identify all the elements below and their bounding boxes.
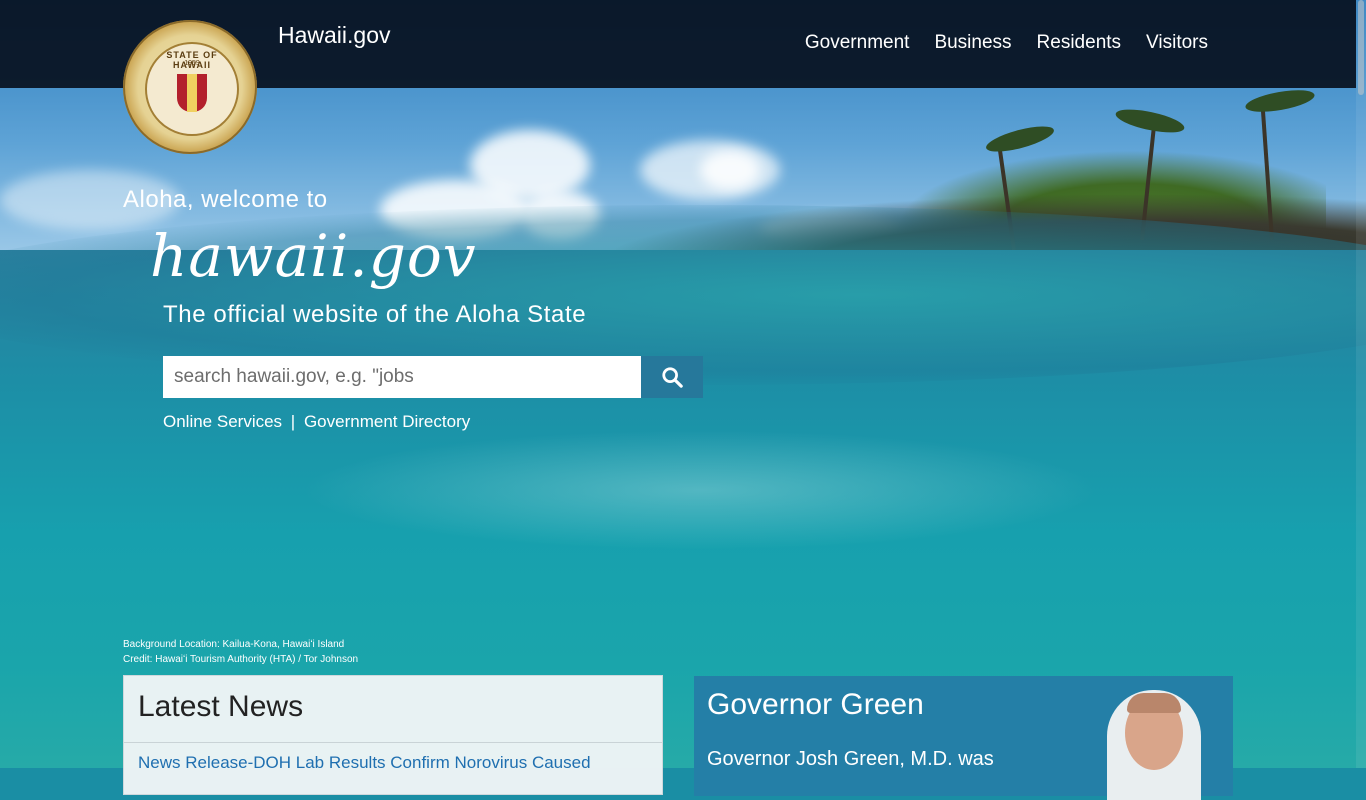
welcome-text: Aloha, welcome to: [123, 186, 328, 213]
state-seal-logo[interactable]: STATE OF HAWAII 1959: [123, 20, 257, 154]
latest-news-title: Latest News: [138, 690, 304, 723]
cloud: [700, 150, 760, 190]
portrait-hair: [1127, 693, 1181, 713]
site-name[interactable]: Hawaii.gov: [278, 22, 391, 49]
government-directory-link[interactable]: Government Directory: [304, 412, 470, 431]
photo-credit: Background Location: Kailua-Kona, Hawaiʻ…: [123, 637, 358, 667]
search-bar: [163, 356, 703, 398]
script-logo: hawaii.gov: [150, 222, 477, 290]
quick-links: Online Services | Government Directory: [163, 412, 470, 432]
search-icon: [662, 367, 683, 388]
search-button[interactable]: [641, 356, 703, 398]
nav-visitors[interactable]: Visitors: [1146, 32, 1208, 54]
nav-business[interactable]: Business: [934, 32, 1011, 54]
nav-residents[interactable]: Residents: [1037, 32, 1122, 54]
governor-card: Governor Green Governor Josh Green, M.D.…: [694, 676, 1233, 800]
news-item-link[interactable]: News Release-DOH Lab Results Confirm Nor…: [138, 753, 591, 773]
seal-year: 1959: [184, 60, 200, 67]
water-shimmer: [300, 430, 1100, 550]
scrollbar-thumb[interactable]: [1358, 0, 1364, 95]
tagline: The official website of the Aloha State: [163, 301, 587, 328]
seal-shield-icon: [177, 74, 207, 112]
link-separator: |: [290, 412, 296, 431]
credit-author: Credit: Hawaiʻi Tourism Authority (HTA) …: [123, 654, 359, 665]
main-nav: Government Business Residents Visitors: [805, 32, 1208, 54]
credit-location: Background Location: Kailua-Kona, Hawaiʻ…: [123, 639, 345, 650]
page-scrollbar[interactable]: [1356, 0, 1366, 768]
seal-emblem: STATE OF HAWAII 1959: [145, 42, 239, 136]
search-input[interactable]: [163, 356, 641, 398]
online-services-link[interactable]: Online Services: [163, 412, 282, 431]
divider: [124, 742, 662, 743]
latest-news-card: Latest News News Release-DOH Lab Results…: [123, 675, 663, 795]
nav-government[interactable]: Government: [805, 32, 910, 54]
governor-portrait: [1107, 690, 1201, 800]
governor-title: Governor Green: [707, 688, 924, 721]
